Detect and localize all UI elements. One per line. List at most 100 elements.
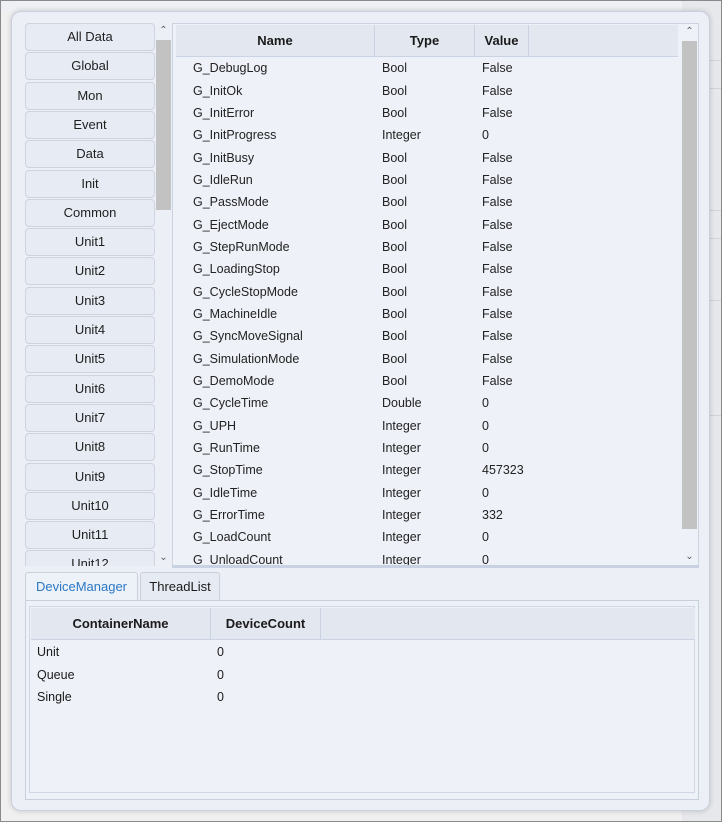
variable-grid-rows: G_DebugLog Bool False G_InitOk Bool False G_In… [176,57,678,566]
device-count-cell: 0 [217,690,224,705]
variable-type-cell: Bool [382,172,408,187]
category-scrollbar[interactable]: ⌃ ⌄ [155,23,172,566]
variable-scroll-thumb[interactable] [682,41,697,529]
category-button[interactable]: Unit7 [25,403,155,432]
variable-value-cell: False [482,61,513,76]
variable-name-cell: G_InitBusy [193,150,255,165]
variable-name-cell: G_ErrorTime [193,508,265,523]
variable-type-cell: Integer [382,418,421,433]
category-button[interactable]: Unit2 [25,257,155,286]
category-button[interactable]: Unit12 [25,550,155,566]
chevron-up-icon[interactable]: ⌃ [155,23,172,39]
variable-grid-scrollbar[interactable]: ⌃ ⌄ [681,24,698,565]
variable-type-cell: Bool [382,306,408,321]
variable-value-cell: 332 [482,508,503,523]
variable-name-cell: G_CycleTime [193,396,269,411]
category-button[interactable]: Unit8 [25,433,155,462]
chevron-down-icon[interactable]: ⌄ [155,550,172,566]
category-button[interactable]: Unit4 [25,316,155,344]
container-name-cell: Unit [37,645,60,660]
category-button[interactable]: Unit6 [25,374,155,403]
device-count-cell: 0 [217,645,224,660]
table-row[interactable]: G_EjectMode Bool False [176,213,678,235]
category-button[interactable]: Global [25,52,155,81]
variable-type-cell: Bool [382,239,408,254]
category-button[interactable]: Unit11 [25,521,155,550]
chevron-up-icon[interactable]: ⌃ [681,24,698,40]
column-header-value[interactable]: Value [475,25,529,56]
table-row[interactable]: G_ErrorTime Integer 332 [176,504,678,526]
table-row[interactable]: G_UnloadCount Integer 0 [176,549,678,566]
table-row[interactable]: G_PassMode Bool False [176,191,678,213]
table-row[interactable]: G_StepRunMode Bool False [176,236,678,258]
column-header-type[interactable]: Type [375,25,475,56]
device-manager-panel: ContainerName DeviceCount Unit 0 Queue 0 Sin… [25,600,699,800]
device-grid-header: ContainerName DeviceCount [31,608,695,640]
variable-type-cell: Integer [382,441,421,456]
variable-name-cell: G_InitProgress [193,128,277,143]
category-scroll-thumb[interactable] [156,40,171,210]
table-row[interactable]: G_RunTime Integer 0 [176,437,678,459]
category-button[interactable]: Unit5 [25,345,155,374]
variable-type-cell: Bool [382,105,408,120]
category-button[interactable]: All Data [25,23,155,51]
table-row[interactable]: G_DebugLog Bool False [176,57,678,79]
table-row[interactable]: Queue 0 [31,664,321,687]
table-row[interactable]: G_LoadingStop Bool False [176,258,678,280]
column-header-name[interactable]: Name [176,25,375,56]
table-row[interactable]: G_CycleStopMode Bool False [176,280,678,302]
category-list: All Data Global Mon Event Data Init Common Unit… [25,23,155,566]
variable-value-cell: False [482,172,513,187]
table-row[interactable]: G_InitBusy Bool False [176,146,678,168]
table-row[interactable]: G_InitOk Bool False [176,79,678,101]
variable-value-cell: 0 [482,552,489,566]
variable-value-cell: False [482,239,513,254]
category-button[interactable]: Unit10 [25,491,155,520]
column-header-device-count[interactable]: DeviceCount [211,608,321,639]
category-button[interactable]: Init [25,169,155,198]
device-grid-rows: Unit 0 Queue 0 Single 0 [31,641,321,709]
category-button[interactable]: Mon [25,81,155,110]
variable-name-cell: G_UnloadCount [193,552,283,566]
splitter[interactable] [172,565,699,568]
table-row[interactable]: G_UPH Integer 0 [176,415,678,437]
variable-name-cell: G_CycleStopMode [193,284,298,299]
tab-thread-list[interactable]: ThreadList [140,572,220,602]
variable-type-cell: Bool [382,150,408,165]
table-row[interactable]: G_InitError Bool False [176,102,678,124]
column-header-container-name[interactable]: ContainerName [31,608,211,639]
category-button[interactable]: Common [25,198,155,227]
category-button[interactable]: Event [25,110,155,139]
table-row[interactable]: G_LoadCount Integer 0 [176,526,678,548]
table-row[interactable]: G_InitProgress Integer 0 [176,124,678,146]
variable-type-cell: Integer [382,485,421,500]
variable-name-cell: G_IdleRun [193,172,253,187]
table-row[interactable]: G_MachineIdle Bool False [176,303,678,325]
category-button[interactable]: Unit1 [25,228,155,257]
chevron-down-icon[interactable]: ⌄ [681,549,698,565]
variable-name-cell: G_SimulationMode [193,351,300,366]
table-row[interactable]: Unit 0 [31,641,321,664]
variable-name-cell: G_RunTime [193,441,260,456]
variable-name-cell: G_IdleTime [193,485,258,500]
variable-grid: Name Type Value G_DebugLog Bool False G_Ini… [172,23,699,566]
table-row[interactable]: G_SyncMoveSignal Bool False [176,325,678,347]
table-row[interactable]: G_DemoMode Bool False [176,370,678,392]
container-name-cell: Single [37,690,72,705]
category-button[interactable]: Unit9 [25,462,155,491]
category-button[interactable]: Unit3 [25,286,155,315]
table-row[interactable]: G_SimulationMode Bool False [176,347,678,369]
tab-device-manager[interactable]: DeviceManager [25,572,138,602]
variable-name-cell: G_StepRunMode [193,239,290,254]
category-button[interactable]: Data [25,140,155,169]
table-row[interactable]: Single 0 [31,686,321,709]
table-row[interactable]: G_StopTime Integer 457323 [176,459,678,481]
variable-name-cell: G_EjectMode [193,217,269,232]
table-row[interactable]: G_CycleTime Double 0 [176,392,678,414]
variable-value-cell: 0 [482,530,489,545]
variable-type-cell: Bool [382,61,408,76]
table-row[interactable]: G_IdleTime Integer 0 [176,482,678,504]
variable-value-cell: False [482,150,513,165]
variable-name-cell: G_StopTime [193,463,263,478]
table-row[interactable]: G_IdleRun Bool False [176,169,678,191]
